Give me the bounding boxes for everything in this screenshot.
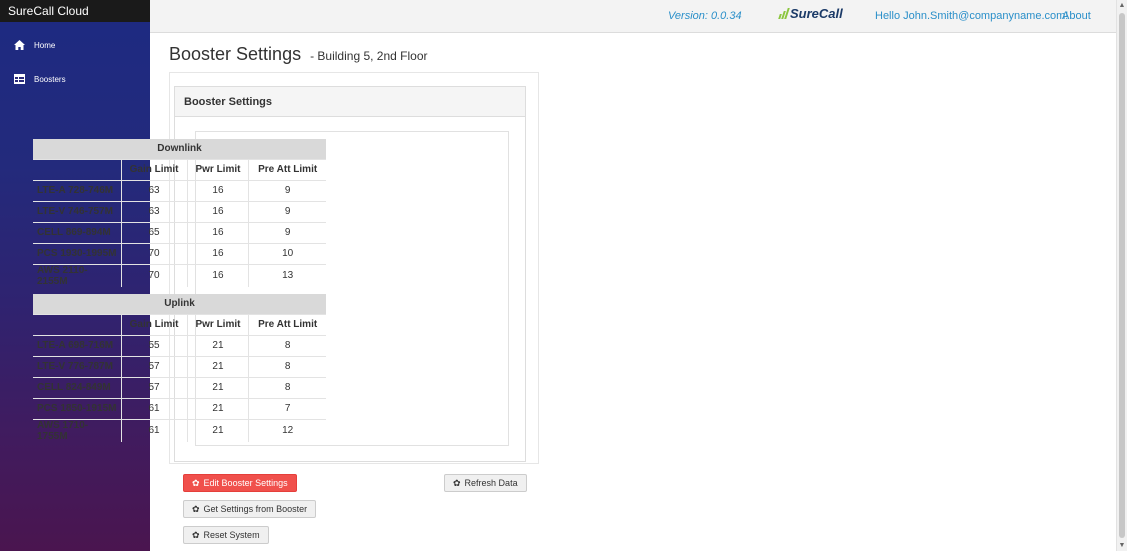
about-link[interactable]: About <box>1062 10 1091 22</box>
downlink-heading: Downlink <box>33 139 326 159</box>
gain-cell: 65 <box>121 221 188 243</box>
sidebar-item-label: Home <box>34 40 56 50</box>
preatt-cell: 9 <box>248 200 326 222</box>
button-label: Reset System <box>203 530 260 540</box>
pwr-cell: 16 <box>187 263 250 287</box>
gain-cell: 70 <box>121 242 188 264</box>
pwr-cell: 16 <box>187 221 250 243</box>
preatt-cell: 8 <box>248 376 326 398</box>
band-cell: PCS 1850-1915M <box>33 397 122 419</box>
table-icon <box>12 73 26 85</box>
table-header-row: Gain Limit Pwr Limit Pre Att Limit <box>33 313 326 335</box>
column-header <box>33 158 122 180</box>
page-subtitle: - Building 5, 2nd Floor <box>310 49 428 63</box>
pwr-cell: 16 <box>187 242 250 264</box>
panel-heading: Booster Settings <box>175 87 525 117</box>
column-header: Pre Att Limit <box>248 313 326 335</box>
uplink-heading: Uplink <box>33 294 326 314</box>
column-header: Pwr Limit <box>187 158 250 180</box>
brand-title[interactable]: SureCall Cloud <box>0 0 150 22</box>
gain-cell: 63 <box>121 200 188 222</box>
pwr-cell: 21 <box>187 397 250 419</box>
preatt-cell: 8 <box>248 355 326 377</box>
scroll-down-icon[interactable]: ▼ <box>1117 540 1127 551</box>
table-header-row: Gain Limit Pwr Limit Pre Att Limit <box>33 158 326 180</box>
logo-text: SureCall <box>790 6 843 21</box>
sidebar-item-label: Boosters <box>34 74 66 84</box>
refresh-data-button[interactable]: ✿ Refresh Data <box>444 474 527 492</box>
uplink-table: Uplink Gain Limit Pwr Limit Pre Att Limi… <box>33 294 326 442</box>
column-header: Gain Limit <box>121 313 188 335</box>
page-title-text: Booster Settings <box>169 44 302 64</box>
gain-cell: 57 <box>121 355 188 377</box>
band-cell: LTE-A 698-716M <box>33 334 122 356</box>
scroll-up-icon[interactable]: ▲ <box>1117 0 1127 11</box>
column-header: Gain Limit <box>121 158 188 180</box>
app-window: SureCall Cloud Home Boosters Version: 0.… <box>0 0 1127 551</box>
gear-icon: ✿ <box>453 478 461 488</box>
gain-cell: 70 <box>121 263 188 287</box>
band-cell: PCS 1930-1995M <box>33 242 122 264</box>
band-cell: CELL 824-849M <box>33 376 122 398</box>
get-settings-button[interactable]: ✿ Get Settings from Booster <box>183 500 317 518</box>
gain-cell: 63 <box>121 179 188 201</box>
downlink-table: Downlink Gain Limit Pwr Limit Pre Att Li… <box>33 139 326 287</box>
table-row: AWS 2110-2155M 70 16 13 <box>33 263 326 287</box>
gain-cell: 61 <box>121 418 188 442</box>
column-header: Pre Att Limit <box>248 158 326 180</box>
band-cell: AWS 2110-2155M <box>33 263 122 287</box>
button-label: Refresh Data <box>464 478 518 488</box>
table-row: CELL 824-849M 57 21 8 <box>33 376 326 398</box>
page-title: Booster Settings - Building 5, 2nd Floor <box>169 44 428 65</box>
band-cell: LTE-A 728-746M <box>33 179 122 201</box>
preatt-cell: 7 <box>248 397 326 419</box>
preatt-cell: 9 <box>248 221 326 243</box>
reset-system-button[interactable]: ✿ Reset System <box>183 526 269 544</box>
band-cell: AWS 1710-1755M <box>33 418 122 442</box>
edit-booster-settings-button[interactable]: ✿ Edit Booster Settings <box>183 474 297 492</box>
table-row: LTE-V 776-787M 57 21 8 <box>33 355 326 377</box>
gain-cell: 57 <box>121 376 188 398</box>
table-row: CELL 869-894M 65 16 9 <box>33 221 326 243</box>
gear-icon: ✿ <box>192 504 200 514</box>
preatt-cell: 8 <box>248 334 326 356</box>
column-header <box>33 313 122 335</box>
table-row: LTE-V 746-757M 63 16 9 <box>33 200 326 222</box>
sidebar-item-boosters[interactable]: Boosters <box>0 62 150 96</box>
pwr-cell: 16 <box>187 200 250 222</box>
preatt-cell: 12 <box>248 418 326 442</box>
preatt-cell: 10 <box>248 242 326 264</box>
column-header: Pwr Limit <box>187 313 250 335</box>
table-row: LTE-A 728-746M 63 16 9 <box>33 179 326 201</box>
surecall-logo: SureCall <box>778 6 843 21</box>
button-label: Get Settings from Booster <box>203 504 308 514</box>
table-row: PCS 1850-1915M 61 21 7 <box>33 397 326 419</box>
pwr-cell: 21 <box>187 376 250 398</box>
pwr-cell: 16 <box>187 179 250 201</box>
scroll-thumb[interactable] <box>1119 13 1125 538</box>
pwr-cell: 21 <box>187 418 250 442</box>
table-row: AWS 1710-1755M 61 21 12 <box>33 418 326 442</box>
page-scrollbar[interactable]: ▲ ▼ <box>1116 0 1127 551</box>
band-cell: CELL 869-894M <box>33 221 122 243</box>
pwr-cell: 21 <box>187 355 250 377</box>
preatt-cell: 9 <box>248 179 326 201</box>
gear-icon: ✿ <box>192 478 200 488</box>
home-icon <box>12 39 26 51</box>
gain-cell: 55 <box>121 334 188 356</box>
version-label: Version: 0.0.34 <box>668 10 742 22</box>
table-row: PCS 1930-1995M 70 16 10 <box>33 242 326 264</box>
table-row: LTE-A 698-716M 55 21 8 <box>33 334 326 356</box>
signal-bars-icon <box>778 8 790 19</box>
top-bar: Version: 0.0.34 SureCall Hello John.Smit… <box>150 0 1116 33</box>
button-label: Edit Booster Settings <box>203 478 288 488</box>
user-greeting-link[interactable]: Hello John.Smith@companyname.com! <box>875 10 1068 22</box>
band-cell: LTE-V 776-787M <box>33 355 122 377</box>
band-cell: LTE-V 746-757M <box>33 200 122 222</box>
gear-icon: ✿ <box>192 530 200 540</box>
pwr-cell: 21 <box>187 334 250 356</box>
gain-cell: 61 <box>121 397 188 419</box>
sidebar-item-home[interactable]: Home <box>0 28 150 62</box>
preatt-cell: 13 <box>248 263 326 287</box>
